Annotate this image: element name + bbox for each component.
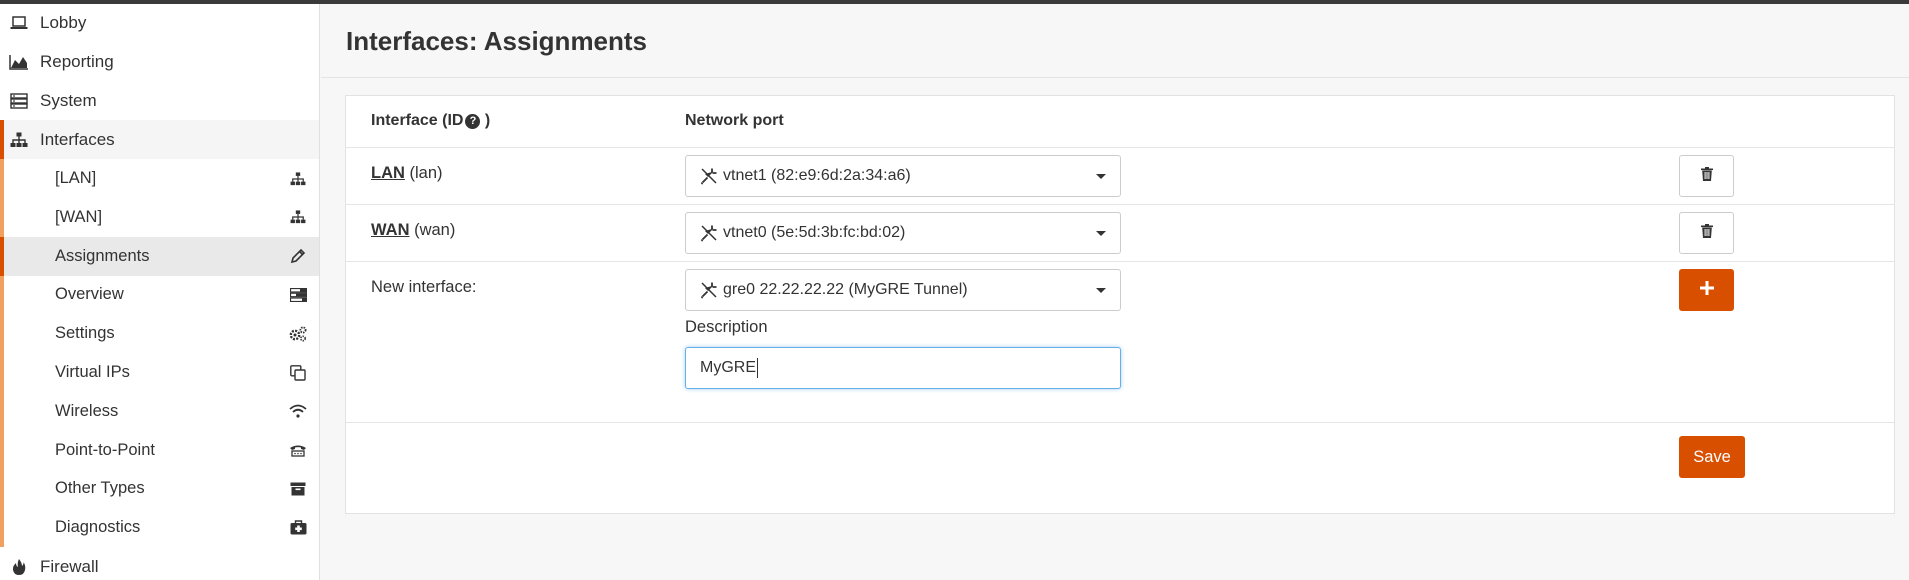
gears-icon (289, 325, 307, 343)
laptop-icon (9, 13, 29, 33)
help-icon[interactable]: ? (465, 114, 481, 129)
column-header-interface-text: Interface (ID (371, 112, 464, 129)
interface-id: (wan) (414, 221, 456, 239)
add-interface-button[interactable] (1679, 269, 1734, 311)
sidebar-item-lobby[interactable]: Lobby (0, 4, 319, 43)
caret-down-icon (1096, 174, 1106, 179)
sidebar-item-other-types[interactable]: Other Types (0, 469, 319, 509)
sidebar-item-diagnostics[interactable]: Diagnostics (0, 508, 319, 547)
network-port-value: vtnet0 (5e:5d:3b:fc:bd:02) (723, 224, 906, 241)
interface-label: WAN (wan) (371, 221, 455, 240)
interface-name-link[interactable]: WAN (371, 221, 410, 239)
sidebar-item-system[interactable]: System (0, 82, 319, 121)
sidebar-item-label: [LAN] (55, 169, 97, 188)
sidebar-item-label: Settings (55, 324, 115, 343)
sidebar-item-virtual-ips[interactable]: Virtual IPs (0, 353, 319, 392)
new-interface-port-select[interactable]: gre0 22.22.22.22 (MyGRE Tunnel) (685, 269, 1121, 311)
column-header-interface-close: ) (484, 112, 491, 129)
network-port-select-lan[interactable]: vtnet1 (82:e9:6d:2a:34:a6) (685, 155, 1121, 197)
caret-down-icon (1096, 231, 1106, 236)
sidebar-item-label: Overview (55, 285, 124, 304)
tasks-icon (289, 286, 307, 304)
delete-wan-button[interactable] (1679, 212, 1734, 254)
sidebar-item-interfaces[interactable]: Interfaces (0, 120, 319, 160)
text-cursor (757, 358, 758, 378)
sidebar-item-lan[interactable]: [LAN] (0, 159, 319, 198)
plug-icon (700, 224, 718, 242)
sidebar-item-label: System (40, 90, 97, 110)
save-button[interactable]: Save (1679, 436, 1745, 478)
trash-icon (1700, 223, 1713, 243)
sidebar-item-assignments[interactable]: Assignments (0, 236, 319, 276)
wifi-icon (289, 402, 307, 420)
footer-row: Save (346, 423, 1894, 513)
sidebar-item-label: [WAN] (55, 207, 103, 226)
plus-icon (1699, 280, 1714, 300)
sidebar-item-reporting[interactable]: Reporting (0, 43, 319, 82)
page-header: Interfaces: Assignments (321, 4, 1909, 78)
sidebar-item-wireless[interactable]: Wireless (0, 391, 319, 431)
area-chart-icon (9, 52, 29, 72)
sidebar-item-label: Wireless (55, 401, 119, 420)
interface-id: (lan) (409, 164, 443, 182)
table-row: WAN (wan) vtnet0 (5e:5d:3b:fc:bd:02) (346, 205, 1894, 262)
sitemap-icon (9, 130, 29, 150)
sidebar: Lobby Reporting System Interfaces [LAN] … (0, 4, 320, 580)
phone-icon (289, 441, 307, 459)
table-header: Interface (ID? ) Network port (346, 96, 1894, 148)
page-title: Interfaces: Assignments (346, 26, 648, 56)
archive-icon (289, 480, 307, 498)
new-interface-label: New interface: (371, 278, 477, 296)
fire-icon (9, 557, 29, 577)
description-label: Description (685, 318, 768, 336)
sidebar-item-firewall[interactable]: Firewall (0, 547, 319, 580)
sidebar-item-settings[interactable]: Settings (0, 314, 319, 353)
network-port-select-wan[interactable]: vtnet0 (5e:5d:3b:fc:bd:02) (685, 212, 1121, 254)
sidebar-item-label: Interfaces (40, 129, 115, 149)
column-header-network-port: Network port (685, 112, 784, 129)
pencil-icon (289, 247, 307, 265)
table-row: LAN (lan) vtnet1 (82:e9:6d:2a:34:a6) (346, 148, 1894, 205)
sidebar-item-label: Firewall (40, 556, 99, 576)
column-header-interface: Interface (ID? ) (371, 112, 490, 130)
delete-lan-button[interactable] (1679, 155, 1734, 197)
network-port-value: gre0 22.22.22.22 (MyGRE Tunnel) (723, 281, 968, 298)
description-value: MyGRE (700, 359, 756, 376)
sidebar-item-label: Assignments (55, 246, 150, 265)
description-input[interactable]: MyGRE (685, 347, 1121, 389)
sitemap-icon (289, 170, 307, 188)
plug-icon (700, 281, 718, 299)
sidebar-item-label: Virtual IPs (55, 363, 130, 382)
trash-icon (1700, 166, 1713, 186)
interface-label: LAN (lan) (371, 164, 443, 183)
sidebar-item-label: Point-to-Point (55, 440, 155, 459)
interface-name-link[interactable]: LAN (371, 164, 405, 182)
sidebar-item-label: Lobby (40, 13, 87, 33)
sidebar-item-label: Other Types (55, 479, 145, 498)
network-port-value: vtnet1 (82:e9:6d:2a:34:a6) (723, 167, 911, 184)
sidebar-item-wan[interactable]: [WAN] (0, 197, 319, 237)
server-icon (9, 91, 29, 111)
medkit-icon (289, 519, 307, 537)
new-interface-row: New interface: gre0 22.22.22.22 (MyGRE T… (346, 262, 1894, 423)
assignments-panel: Interface (ID? ) Network port LAN (lan) … (345, 95, 1895, 514)
sidebar-item-point-to-point[interactable]: Point-to-Point (0, 430, 319, 470)
sidebar-item-overview[interactable]: Overview (0, 275, 319, 315)
sidebar-item-label: Diagnostics (55, 518, 141, 537)
sidebar-item-label: Reporting (40, 52, 114, 72)
caret-down-icon (1096, 288, 1106, 293)
clone-icon (289, 364, 307, 382)
plug-icon (700, 167, 718, 185)
sitemap-icon (289, 208, 307, 226)
